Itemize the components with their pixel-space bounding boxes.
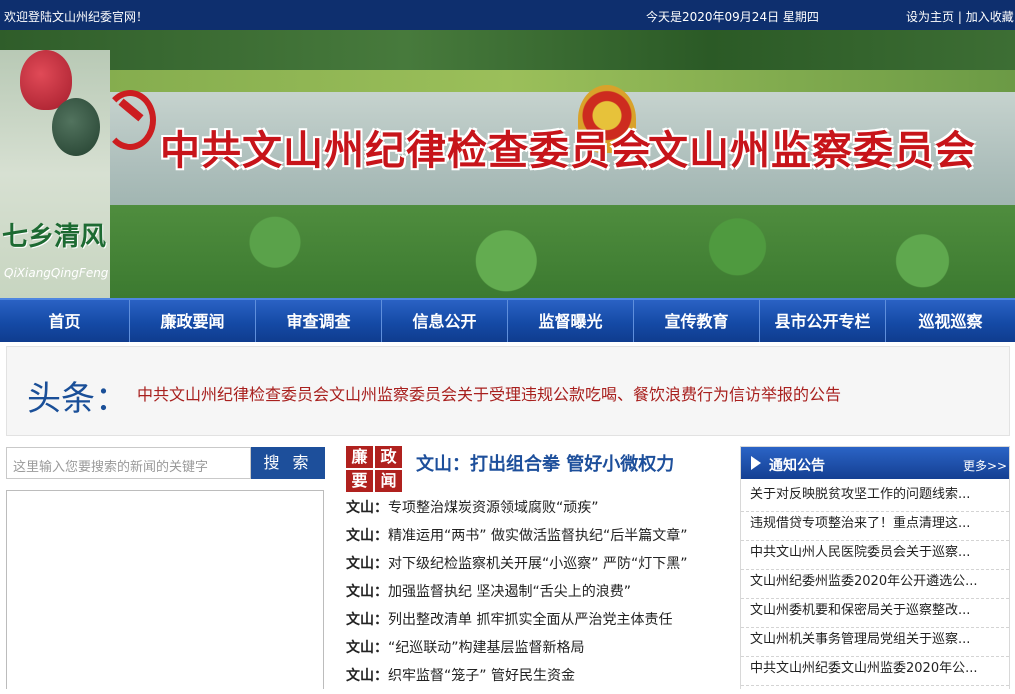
news-list: 文山：专项整治煤炭资源领域腐败“顽疾” 文山：精准运用“两书” 做实做活监督执纪…	[346, 498, 726, 694]
news-item[interactable]: 文山：专项整治煤炭资源领域腐败“顽疾”	[346, 498, 726, 526]
notice-item[interactable]: 关于对反映脱贫攻坚工作的问题线索...	[741, 483, 1009, 512]
banner-title-right: 文山州监察委员会	[648, 127, 976, 174]
notice-header: 通知公告 更多>>	[741, 447, 1009, 479]
news-item-prefix: 文山：	[346, 556, 388, 572]
news-item[interactable]: 文山：加强监督执纪 坚决遏制“舌尖上的浪费”	[346, 582, 726, 610]
news-item[interactable]: 文山：列出整改清单 抓牢抓实全面从严治党主体责任	[346, 610, 726, 638]
nav-item-education[interactable]: 宣传教育	[634, 300, 760, 342]
set-home-link[interactable]: 设为主页	[906, 10, 954, 24]
notice-item[interactable]: 文山州纪委州监委2020年公开遴选公...	[741, 570, 1009, 599]
notice-item[interactable]: 违规借贷专项整治来了！重点清理这...	[741, 512, 1009, 541]
nav-item-info-public[interactable]: 信息公开	[382, 300, 508, 342]
news-item[interactable]: 文山：织牢监督“笼子” 管好民生资金	[346, 666, 726, 694]
notice-item[interactable]: 中共文山州纪委文山州监委2020年公...	[741, 657, 1009, 686]
party-emblem-icon	[104, 90, 156, 150]
tag-char: 政	[375, 446, 402, 468]
banner-lotus-leaves	[90, 205, 1015, 298]
dark-bud-image	[52, 98, 100, 156]
welcome-text: 欢迎登陆文山州纪委官网！	[4, 10, 149, 24]
current-date: 今天是2020年09月24日 星期四	[646, 10, 819, 24]
notice-item[interactable]: 中共文山州人民医院委员会关于巡察...	[741, 541, 1009, 570]
news-item-prefix: 文山：	[346, 640, 388, 656]
news-item-title: 织牢监督“笼子” 管好民生资金	[388, 668, 575, 684]
banner-slogan: 七乡清风	[2, 222, 107, 252]
nav-item-clean-news[interactable]: 廉政要闻	[130, 300, 256, 342]
news-item-prefix: 文山：	[346, 500, 388, 516]
notice-list: 关于对反映脱贫攻坚工作的问题线索... 违规借贷专项整治来了！重点清理这... …	[741, 483, 1009, 686]
nav-item-home[interactable]: 首页	[0, 300, 130, 342]
nav-item-investigation[interactable]: 审查调查	[256, 300, 382, 342]
news-item-title: 对下级纪检监察机关开展“小巡察” 严防“灯下黑”	[388, 556, 688, 572]
news-item[interactable]: 文山：“纪巡联动”构建基层监督新格局	[346, 638, 726, 666]
search-button[interactable]: 搜 索	[251, 447, 325, 479]
site-banner: 中共文山州纪律检查委员会 文山州监察委员会 七乡清风 QiXiangQingFe…	[0, 30, 1015, 298]
news-item-prefix: 文山：	[346, 612, 388, 628]
notice-item[interactable]: 文山州机关事务管理局党组关于巡察...	[741, 628, 1009, 657]
news-item-title: 列出整改清单 抓牢抓实全面从严治党主体责任	[388, 612, 673, 628]
news-item-title: 专项整治煤炭资源领域腐败“顽疾”	[388, 500, 599, 516]
news-item[interactable]: 文山：对下级纪检监察机关开展“小巡察” 严防“灯下黑”	[346, 554, 726, 582]
news-item-title: 加强监督执纪 坚决遏制“舌尖上的浪费”	[388, 584, 631, 600]
link-separator: |	[954, 10, 966, 24]
tag-char: 闻	[375, 470, 402, 492]
nav-item-inspection[interactable]: 巡视巡察	[886, 300, 1015, 342]
news-item-title: 精准运用“两书” 做实做活监督执纪“后半篇文章”	[388, 528, 688, 544]
left-content-panel	[6, 490, 324, 689]
banner-slogan-pinyin: QiXiangQingFeng	[4, 266, 109, 280]
top-bar: 欢迎登陆文山州纪委官网！ 今天是2020年09月24日 星期四 设为主页 | 加…	[0, 0, 1015, 30]
headline-bar: 头条： 中共文山州纪律检查委员会文山州监察委员会关于受理违规公款吃喝、餐饮浪费行…	[6, 346, 1010, 436]
news-item-prefix: 文山：	[346, 584, 388, 600]
news-item[interactable]: 文山：精准运用“两书” 做实做活监督执纪“后半篇文章”	[346, 526, 726, 554]
notice-panel: 通知公告 更多>> 关于对反映脱贫攻坚工作的问题线索... 违规借贷专项整治来了…	[740, 446, 1010, 689]
headline-label: 头条：	[27, 379, 129, 419]
notice-more-link[interactable]: 更多>>	[963, 457, 1007, 474]
nav-item-county-column[interactable]: 县市公开专栏	[760, 300, 886, 342]
news-section-tag: 廉 政 要 闻	[346, 446, 402, 492]
arrow-right-icon	[751, 456, 761, 470]
news-item-title: “纪巡联动”构建基层监督新格局	[388, 640, 585, 656]
main-nav: 首页 廉政要闻 审查调查 信息公开 监督曝光 宣传教育 县市公开专栏 巡视巡察	[0, 298, 1015, 342]
notice-title: 通知公告	[769, 458, 825, 474]
add-favorite-link[interactable]: 加入收藏	[966, 10, 1014, 24]
search-input[interactable]: 这里输入您要搜索的新闻的关键字	[6, 447, 251, 479]
news-item-prefix: 文山：	[346, 528, 388, 544]
tag-char: 廉	[346, 446, 373, 468]
top-links: 设为主页 | 加入收藏	[906, 8, 1014, 25]
notice-item[interactable]: 文山州委机要和保密局关于巡察整改...	[741, 599, 1009, 628]
top-news-link[interactable]: 文山：打出组合拳 管好小微权力	[416, 450, 674, 476]
news-item-prefix: 文山：	[346, 668, 388, 684]
tag-char: 要	[346, 470, 373, 492]
headline-link[interactable]: 中共文山州纪律检查委员会文山州监察委员会关于受理违规公款吃喝、餐饮浪费行为信访举…	[137, 381, 841, 405]
nav-item-exposure[interactable]: 监督曝光	[508, 300, 634, 342]
banner-title-left: 中共文山州纪律检查委员会	[160, 127, 652, 174]
